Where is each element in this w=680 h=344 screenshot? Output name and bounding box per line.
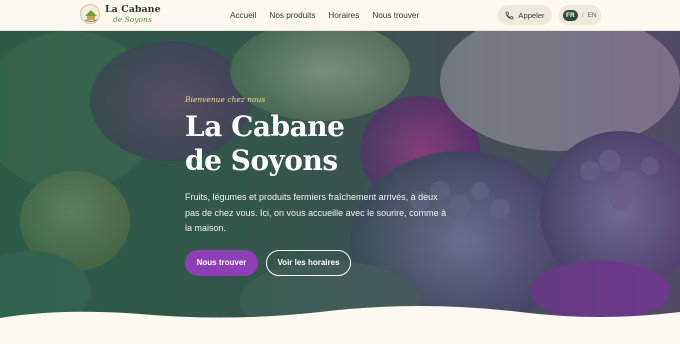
hero-description: Fruits, légumes et produits fermiers fra… xyxy=(185,192,447,233)
hero-content: Bienvenue chez nous La Cabane de Soyons … xyxy=(185,95,485,276)
language-switcher: FR / EN xyxy=(559,5,601,25)
hero-section: Bienvenue chez nous La Cabane de Soyons … xyxy=(0,31,680,344)
brand-name: La Cabane xyxy=(105,4,161,15)
call-button[interactable]: Appeler xyxy=(498,5,552,25)
nav-item-horaires[interactable]: Horaires xyxy=(328,11,359,20)
lang-separator: / xyxy=(581,11,584,19)
find-us-button[interactable]: Nous trouver xyxy=(185,249,258,276)
nav-item-accueil[interactable]: Accueil xyxy=(230,11,256,20)
hero-title-line2: de Soyons xyxy=(185,144,338,177)
call-label: Appeler xyxy=(518,10,545,20)
view-hours-button[interactable]: Voir les horaires xyxy=(266,249,351,276)
nav-item-nous-trouver[interactable]: Nous trouver xyxy=(372,11,419,20)
hero-actions: Nous trouver Voir les horaires xyxy=(185,249,485,276)
brand-subname: de Soyons xyxy=(113,14,152,24)
phone-icon xyxy=(506,11,514,19)
lang-en-button[interactable]: EN xyxy=(587,12,596,19)
hero-eyebrow: Bienvenue chez nous xyxy=(185,95,266,104)
hero-title: La Cabane de Soyons xyxy=(185,110,485,178)
cabin-logo-icon xyxy=(80,4,100,24)
lang-fr-button[interactable]: FR xyxy=(563,9,578,21)
brand-logo[interactable]: La Cabane de Soyons xyxy=(80,4,161,24)
hero-title-line1: La Cabane xyxy=(185,110,345,143)
nav-item-nos-produits[interactable]: Nos produits xyxy=(269,11,315,20)
main-nav: Accueil Nos produits Horaires Nous trouv… xyxy=(230,0,432,31)
site-header: La Cabane de Soyons Accueil Nos produits… xyxy=(0,0,680,31)
